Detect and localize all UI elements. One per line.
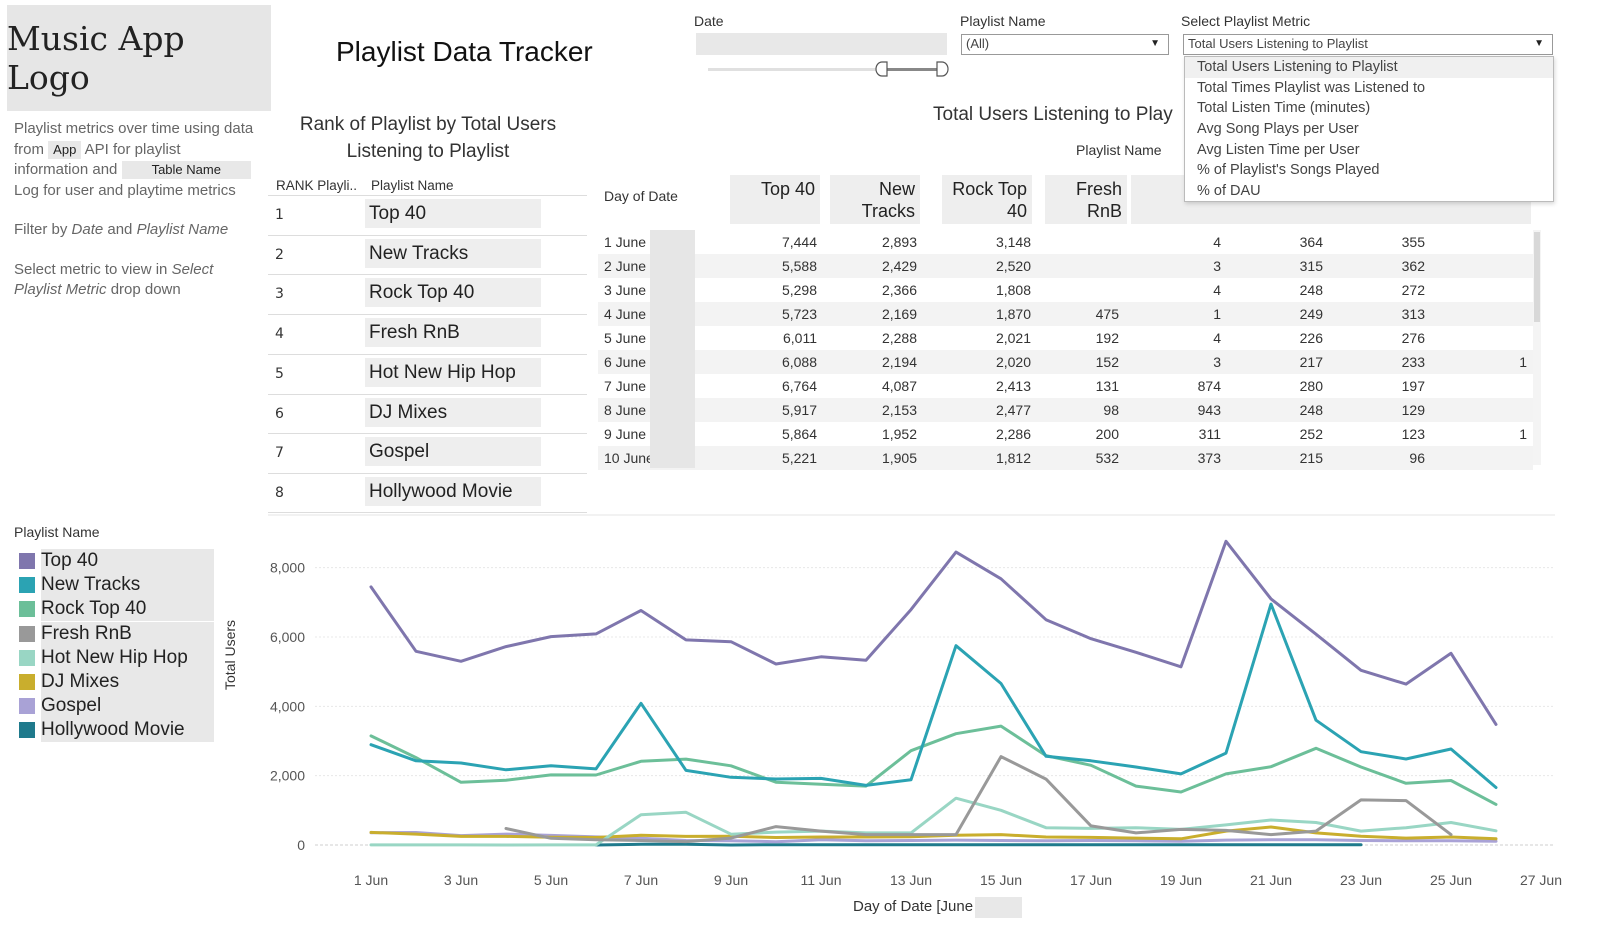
y-tick-label: 0 [297, 837, 305, 853]
y-tick-label: 4,000 [270, 698, 305, 714]
x-axis-label: Day of Date [June [853, 898, 974, 915]
series-line-fresh-rnb[interactable] [504, 755, 1453, 844]
y-tick-label: 8,000 [270, 560, 305, 576]
x-tick-label: 7 Jun [624, 872, 658, 888]
series-line-new-tracks[interactable] [369, 602, 1498, 789]
x-tick-label: 9 Jun [714, 872, 748, 888]
x-tick-label: 13 Jun [890, 872, 932, 888]
x-tick-label: 15 Jun [980, 872, 1022, 888]
x-tick-label: 11 Jun [801, 872, 842, 888]
redacted-axis-text [975, 897, 1022, 918]
x-tick-label: 5 Jun [534, 872, 568, 888]
y-tick-label: 2,000 [270, 768, 305, 784]
x-tick-label: 27 Jun [1520, 872, 1562, 888]
series-line-hollywood-movie[interactable] [594, 842, 1363, 847]
x-tick-label: 21 Jun [1250, 872, 1292, 888]
y-tick-label: 6,000 [270, 629, 305, 645]
x-tick-label: 1 Jun [354, 872, 388, 888]
x-tick-label: 25 Jun [1430, 872, 1472, 888]
x-tick-label: 17 Jun [1070, 872, 1112, 888]
line-chart: 0 2,000 4,000 6,000 8,000 1 Jun 3 Jun 5 Jun 7 Ju… [268, 514, 1562, 888]
x-tick-label: 3 Jun [444, 872, 478, 888]
x-tick-label: 19 Jun [1160, 872, 1202, 888]
series-line-top-40[interactable] [369, 539, 1498, 726]
x-tick-label: 23 Jun [1340, 872, 1382, 888]
